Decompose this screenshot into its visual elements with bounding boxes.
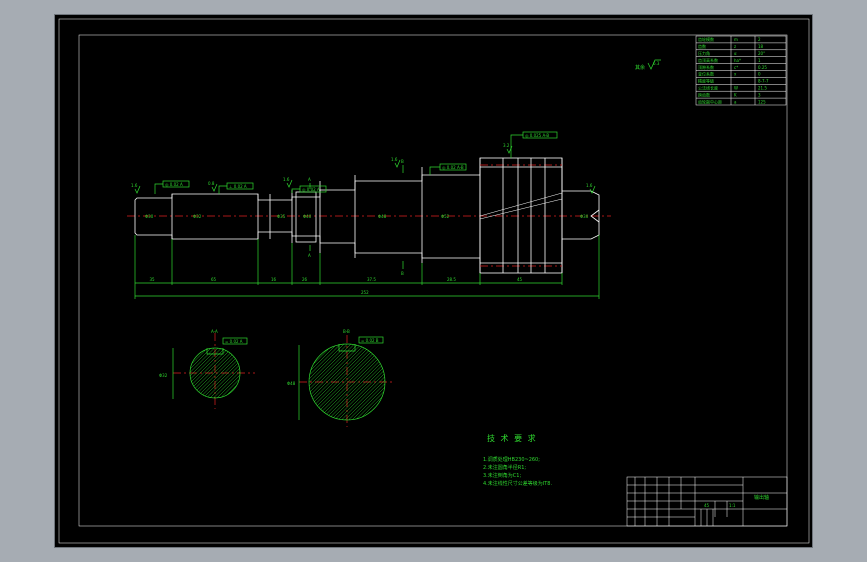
parameter-table: 齿轮模数 m 2 齿数 z 18 压力角 α 20° 齿顶高系数 ha* 1 顶隙系数 c* 0.25 变位系…: [695, 35, 787, 106]
param-value: 0: [758, 72, 761, 77]
section-a: Φ32 = 0.02 A A-A: [159, 329, 255, 409]
scale: 1:1: [729, 503, 736, 508]
param-symbol: c*: [734, 65, 738, 70]
svg-text:0.8: 0.8: [208, 181, 215, 186]
segment-length: 65: [211, 277, 217, 282]
param-name: 齿数: [698, 43, 706, 49]
svg-text:Φ32: Φ32: [193, 214, 202, 219]
param-name: 压力角: [698, 50, 710, 56]
svg-text:◎ 0.02 A: ◎ 0.02 A: [302, 187, 320, 192]
svg-text:1.6: 1.6: [283, 177, 290, 182]
title-block: 输出轴 45 1:1: [626, 476, 788, 527]
segment-length: 26: [302, 277, 308, 282]
svg-text:Φ35: Φ35: [277, 214, 286, 219]
roughness-note: 其余 6.3: [635, 59, 661, 71]
tech-req-item-2: 2.未注圆角半径R1;: [483, 464, 526, 471]
sheet-border: [58, 18, 810, 544]
svg-text:◎ 0.02 A: ◎ 0.02 A: [165, 182, 183, 187]
tech-req-item-4: 4.未注线性尺寸公差等级为IT8.: [483, 480, 552, 487]
svg-text:Φ32: Φ32: [159, 373, 168, 378]
svg-text:Φ48: Φ48: [287, 381, 296, 386]
svg-text:⊥ 0.02 A: ⊥ 0.02 A: [229, 184, 247, 189]
svg-text:B: B: [401, 159, 404, 164]
param-symbol: ha*: [734, 58, 741, 63]
svg-text:Φ52: Φ52: [441, 214, 450, 219]
overall-length: 252: [361, 290, 369, 295]
param-name: 精度等级: [698, 78, 714, 84]
tech-req-title: 技 术 要 求: [487, 433, 537, 443]
param-symbol: W: [734, 85, 738, 90]
svg-text:Φ40: Φ40: [303, 214, 312, 219]
param-value: 21.5: [758, 85, 767, 90]
svg-text:= 0.02 A: = 0.02 A: [225, 339, 243, 344]
param-value: 1: [758, 58, 761, 63]
svg-text:Φ48: Φ48: [378, 214, 387, 219]
param-name: 跨齿数: [698, 91, 710, 97]
svg-text:6.3: 6.3: [653, 61, 660, 66]
param-value: 20°: [758, 51, 765, 56]
param-name: 齿轮副中心距: [698, 98, 722, 104]
param-symbol: m: [734, 37, 738, 42]
material: 45: [704, 503, 710, 508]
svg-text:A: A: [308, 253, 311, 258]
param-symbol: α: [734, 51, 737, 56]
segment-length: 35: [150, 277, 156, 282]
svg-text:◎ 0.025 A-B: ◎ 0.025 A-B: [525, 133, 549, 138]
segment-length: 37.5: [367, 277, 376, 282]
param-symbol: x: [734, 72, 737, 77]
cad-viewport[interactable]: 齿轮模数 m 2 齿数 z 18 压力角 α 20° 齿顶高系数 ha* 1 顶隙系数 c* 0.25 变位系…: [54, 14, 813, 548]
section-b: Φ48 = 0.02 B B-B: [287, 329, 395, 427]
param-value: 3: [758, 92, 761, 97]
svg-text:其余: 其余: [635, 64, 645, 71]
svg-text:Φ30: Φ30: [145, 214, 154, 219]
svg-text:Φ30: Φ30: [580, 214, 589, 219]
svg-text:B-B: B-B: [343, 329, 350, 334]
tech-req-item-3: 3.未注倒角为C1;: [483, 472, 521, 479]
svg-text:B: B: [401, 271, 404, 276]
shaft-main-view: Φ30 Φ32 Φ35 Φ40 Φ48 Φ52 Φ30 ◎ 0.02 A ⊥ 0…: [127, 131, 611, 299]
param-value: 125: [758, 99, 766, 104]
param-name: 齿顶高系数: [698, 57, 718, 63]
tech-req-item-1: 1.调质处理HB230~260;: [483, 456, 540, 463]
svg-text:1.6: 1.6: [131, 183, 138, 188]
param-name: 变位系数: [698, 71, 714, 77]
param-value: 18: [758, 44, 764, 49]
svg-text:A: A: [308, 177, 311, 182]
technical-requirements: 技 术 要 求 1.调质处理HB230~260; 2.未注圆角半径R1; 3.未…: [483, 433, 552, 487]
svg-text:◎ 0.02 A-B: ◎ 0.02 A-B: [442, 165, 464, 170]
segment-length: 28.5: [447, 277, 456, 282]
param-name: 公法线长度: [698, 84, 718, 90]
svg-text:1.6: 1.6: [586, 183, 593, 188]
svg-text:1.6: 1.6: [391, 157, 398, 162]
svg-text:= 0.02 B: = 0.02 B: [361, 338, 379, 343]
param-symbol: a: [734, 99, 737, 104]
svg-text:A-A: A-A: [211, 329, 218, 334]
segment-length: 16: [271, 277, 277, 282]
param-value: 2: [758, 37, 761, 42]
svg-text:3.2: 3.2: [503, 143, 510, 148]
drawing-frame: [78, 34, 788, 527]
part-name: 输出轴: [754, 494, 769, 501]
param-value: 8-7-7: [758, 79, 769, 84]
param-name: 顶隙系数: [698, 64, 714, 70]
param-name: 齿轮模数: [698, 36, 714, 42]
param-value: 0.25: [758, 65, 767, 70]
segment-length: 45: [517, 277, 523, 282]
param-symbol: K: [734, 92, 737, 97]
param-symbol: z: [734, 44, 736, 49]
shaft-drawing: 齿轮模数 m 2 齿数 z 18 压力角 α 20° 齿顶高系数 ha* 1 顶隙系数 c* 0.25 变位系…: [58, 18, 810, 544]
